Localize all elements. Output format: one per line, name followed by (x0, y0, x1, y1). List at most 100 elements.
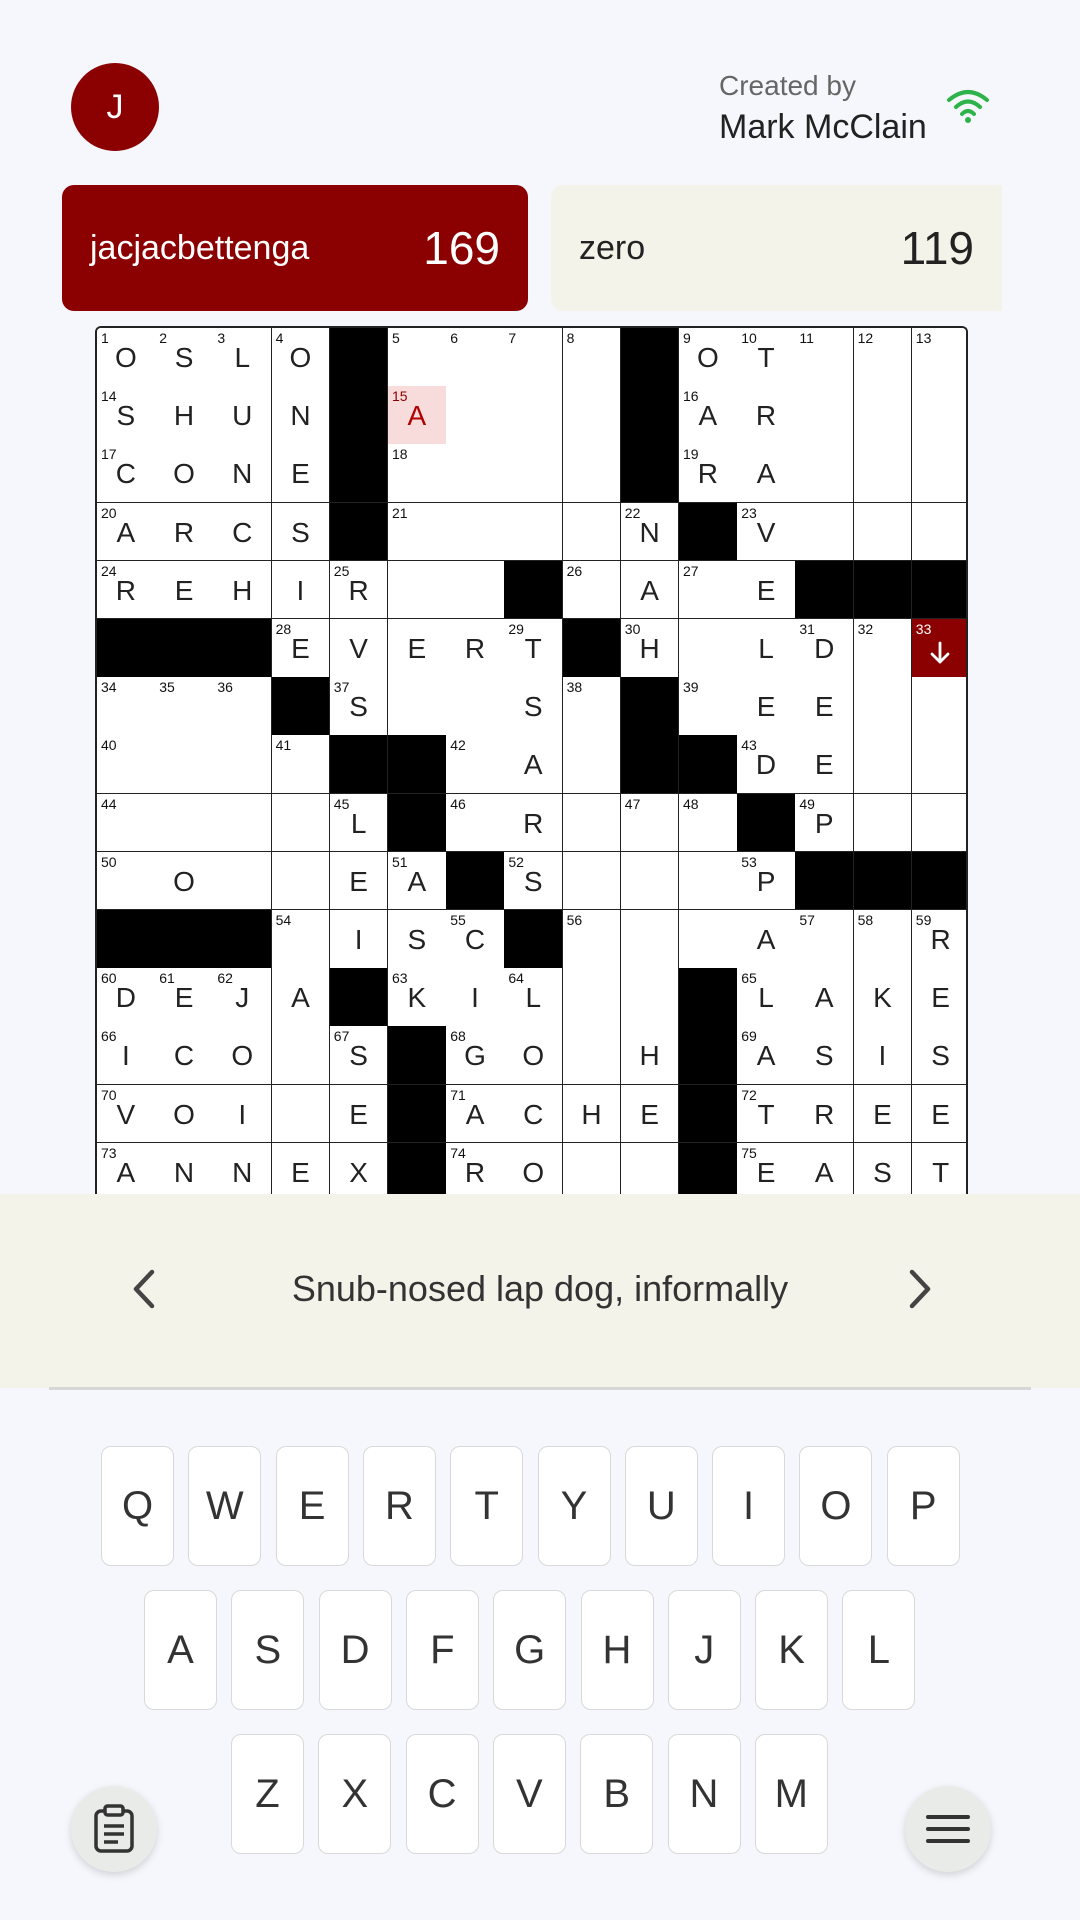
grid-cell[interactable]: E (911, 1084, 966, 1144)
key-e[interactable]: E (275, 1446, 349, 1566)
grid-cell[interactable]: 14 S (97, 386, 156, 445)
grid-cell[interactable]: R (737, 386, 796, 445)
grid-cell[interactable]: C (155, 1026, 214, 1086)
grid-cell[interactable]: C (213, 502, 273, 562)
grid-cell[interactable]: 53 P (737, 851, 796, 911)
key-q[interactable]: Q (101, 1446, 174, 1566)
grid-cell[interactable] (620, 1142, 680, 1194)
grid-cell[interactable]: N (271, 386, 331, 445)
grid-cell[interactable]: E (737, 560, 796, 620)
menu-button[interactable] (905, 1786, 991, 1872)
grid-cell[interactable] (271, 1026, 331, 1086)
notes-button[interactable] (71, 1786, 157, 1872)
grid-cell[interactable] (271, 793, 331, 853)
grid-cell[interactable] (213, 793, 273, 853)
grid-cell[interactable]: E (155, 560, 214, 620)
grid-cell[interactable]: 24 R (97, 560, 156, 620)
grid-cell[interactable] (679, 851, 738, 911)
grid-cell[interactable]: A (737, 444, 796, 504)
grid-cell[interactable] (911, 502, 966, 562)
grid-cell[interactable]: 74 R (446, 1142, 505, 1194)
avatar[interactable]: J (71, 63, 159, 151)
grid-cell[interactable]: O (155, 851, 214, 911)
grid-cell[interactable] (388, 677, 447, 736)
grid-cell[interactable]: H (155, 386, 214, 445)
grid-cell[interactable]: 62 J (213, 968, 273, 1027)
grid-cell[interactable]: 44 (97, 793, 156, 853)
grid-cell[interactable]: 66 I (97, 1026, 156, 1086)
grid-cell[interactable]: 46 (446, 793, 505, 853)
grid-cell[interactable]: 61 E (155, 968, 214, 1027)
grid-cell[interactable]: 27 (679, 560, 738, 620)
grid-cell[interactable] (911, 793, 966, 853)
grid-cell[interactable]: 2S (155, 328, 214, 387)
key-z[interactable]: Z (231, 1734, 304, 1854)
grid-cell[interactable]: 47 (620, 793, 680, 853)
grid-cell[interactable]: 67 S (329, 1026, 389, 1086)
grid-cell[interactable]: U (213, 386, 273, 445)
grid-cell[interactable]: E (620, 1084, 680, 1144)
grid-cell[interactable] (271, 1084, 331, 1144)
grid-cell[interactable] (504, 502, 564, 562)
key-l[interactable]: L (842, 1590, 916, 1710)
key-t[interactable]: T (450, 1446, 524, 1566)
grid-cell[interactable]: S (795, 1026, 855, 1086)
grid-cell[interactable]: 22 N (620, 502, 680, 562)
grid-cell[interactable] (795, 444, 855, 504)
grid-cell[interactable]: E (388, 619, 447, 678)
grid-cell[interactable] (853, 677, 913, 736)
grid-cell[interactable]: S (853, 1142, 913, 1194)
grid-cell[interactable]: 69 A (737, 1026, 796, 1086)
grid-cell[interactable]: 9O (679, 328, 738, 387)
grid-cell[interactable] (562, 793, 622, 853)
key-u[interactable]: U (624, 1446, 698, 1566)
grid-cell[interactable]: N (213, 1142, 273, 1194)
key-k[interactable]: K (755, 1590, 829, 1710)
grid-cell[interactable] (155, 793, 214, 853)
grid-cell[interactable]: 52 S (504, 851, 564, 911)
grid-cell[interactable]: 54 (271, 910, 331, 969)
grid-cell[interactable] (620, 968, 680, 1027)
grid-cell[interactable] (446, 444, 505, 504)
grid-cell[interactable] (911, 386, 966, 445)
grid-cell[interactable]: A (795, 1142, 855, 1194)
grid-cell[interactable]: S (504, 677, 564, 736)
grid-cell[interactable]: 13 (911, 328, 966, 387)
grid-cell[interactable] (853, 793, 913, 853)
chevron-right-icon[interactable] (900, 1264, 940, 1314)
grid-cell[interactable]: 50 (97, 851, 156, 911)
grid-cell[interactable]: C (504, 1084, 564, 1144)
grid-cell[interactable]: 55 C (446, 910, 505, 969)
grid-cell[interactable]: 60 D (97, 968, 156, 1027)
grid-cell[interactable]: E (853, 1084, 913, 1144)
key-h[interactable]: H (580, 1590, 654, 1710)
grid-cell[interactable] (853, 444, 913, 504)
grid-cell[interactable]: 68 G (446, 1026, 505, 1086)
grid-cell[interactable]: 70 V (97, 1084, 156, 1144)
key-n[interactable]: N (667, 1734, 741, 1854)
grid-cell[interactable] (504, 386, 564, 445)
grid-cell[interactable] (446, 386, 505, 445)
grid-cell[interactable]: K (853, 968, 913, 1027)
grid-cell[interactable]: 65 L (737, 968, 796, 1027)
grid-cell[interactable] (446, 677, 505, 736)
grid-cell[interactable]: 72 T (737, 1084, 796, 1144)
grid-cell[interactable]: R (446, 619, 505, 678)
key-s[interactable]: S (231, 1590, 305, 1710)
grid-cell[interactable]: E (271, 1142, 331, 1194)
grid-cell[interactable]: 59 R (911, 910, 966, 969)
grid-cell[interactable]: 41 (271, 735, 331, 795)
grid-cell[interactable]: 36 (213, 677, 273, 736)
key-f[interactable]: F (405, 1590, 479, 1710)
grid-cell[interactable] (562, 502, 622, 562)
grid-cell[interactable]: T (911, 1142, 966, 1194)
grid-cell[interactable] (213, 735, 273, 795)
grid-cell[interactable]: 42 (446, 735, 505, 795)
grid-cell[interactable]: 25 R (329, 560, 389, 620)
grid-cell[interactable]: 6 (446, 328, 505, 387)
grid-cell[interactable] (562, 444, 622, 504)
grid-cell[interactable]: 49 P (795, 793, 855, 853)
grid-cell[interactable]: 32 (853, 619, 913, 678)
grid-cell[interactable]: 38 (562, 677, 622, 736)
grid-cell[interactable]: A (271, 968, 331, 1027)
